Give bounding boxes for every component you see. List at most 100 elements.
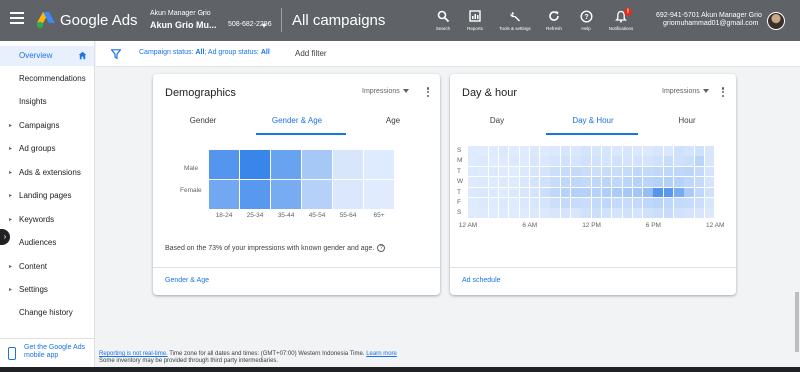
add-filter-button[interactable]: Add filter xyxy=(295,49,327,58)
heatmap-cell[interactable] xyxy=(271,150,301,179)
heatmap-cell[interactable] xyxy=(643,146,653,156)
heatmap-cell[interactable] xyxy=(653,177,663,187)
heatmap-cell[interactable] xyxy=(622,146,632,156)
heatmap-cell[interactable] xyxy=(581,208,591,218)
heatmap-cell[interactable] xyxy=(704,177,715,187)
heatmap-cell[interactable] xyxy=(498,166,509,177)
heatmap-cell[interactable] xyxy=(571,156,581,166)
metric-dropdown[interactable]: Impressions xyxy=(662,88,709,95)
reports-button[interactable]: Reports xyxy=(457,8,493,31)
heatmap-cell[interactable] xyxy=(622,208,632,218)
heatmap-cell[interactable] xyxy=(581,146,591,156)
heatmap-cell[interactable] xyxy=(509,198,519,208)
heatmap-cell[interactable] xyxy=(694,177,705,187)
heatmap-cell[interactable] xyxy=(478,208,488,218)
sidebar-item-overview[interactable]: Overview xyxy=(0,46,94,66)
heatmap-cell[interactable] xyxy=(612,177,622,187)
heatmap-cell[interactable] xyxy=(364,180,394,209)
heatmap-cell[interactable] xyxy=(704,187,715,198)
heatmap-cell[interactable] xyxy=(209,180,239,209)
heatmap-cell[interactable] xyxy=(622,187,632,198)
heatmap-cell[interactable] xyxy=(240,180,270,209)
heatmap-cell[interactable] xyxy=(468,187,478,198)
heatmap-cell[interactable] xyxy=(663,187,674,198)
heatmap-cell[interactable] xyxy=(632,166,643,177)
sidebar-item-content[interactable]: ▸ Content xyxy=(0,257,94,277)
avatar[interactable] xyxy=(767,12,785,30)
heatmap-cell[interactable] xyxy=(612,187,622,198)
heatmap-cell[interactable] xyxy=(519,198,529,208)
heatmap-cell[interactable] xyxy=(663,166,674,177)
heatmap-cell[interactable] xyxy=(571,177,581,187)
heatmap-cell[interactable] xyxy=(488,177,499,187)
heatmap-cell[interactable] xyxy=(478,187,488,198)
heatmap-cell[interactable] xyxy=(601,166,612,177)
notifications-button[interactable]: Notifications xyxy=(603,8,639,31)
heatmap-cell[interactable] xyxy=(591,187,602,198)
heatmap-cell[interactable] xyxy=(663,208,674,218)
heatmap-cell[interactable] xyxy=(364,150,394,179)
heatmap-cell[interactable] xyxy=(468,198,478,208)
refresh-button[interactable]: Refresh xyxy=(536,8,572,31)
heatmap-cell[interactable] xyxy=(468,208,478,218)
heatmap-cell[interactable] xyxy=(560,146,571,156)
heatmap-cell[interactable] xyxy=(591,208,602,218)
menu-icon[interactable] xyxy=(10,12,24,26)
sidebar-item-insights[interactable]: Insights xyxy=(0,92,94,112)
sidebar-item-audiences[interactable]: Audiences xyxy=(0,233,94,253)
heatmap-cell[interactable] xyxy=(643,187,653,198)
more-options-icon[interactable] xyxy=(426,87,430,99)
heatmap-cell[interactable] xyxy=(674,156,684,166)
heatmap-cell[interactable] xyxy=(519,156,529,166)
heatmap-cell[interactable] xyxy=(529,198,540,208)
heatmap-cell[interactable] xyxy=(704,156,715,166)
tools-settings-button[interactable]: Tools & settings xyxy=(497,8,533,31)
tab-day[interactable]: Day xyxy=(477,116,517,125)
heatmap-cell[interactable] xyxy=(519,166,529,177)
heatmap-cell[interactable] xyxy=(498,187,509,198)
heatmap-cell[interactable] xyxy=(601,198,612,208)
heatmap-cell[interactable] xyxy=(509,156,519,166)
heatmap-cell[interactable] xyxy=(498,198,509,208)
heatmap-cell[interactable] xyxy=(333,150,363,179)
heatmap-cell[interactable] xyxy=(591,156,602,166)
sidebar-item-recommendations[interactable]: Recommendations xyxy=(0,69,94,89)
sidebar-item-settings[interactable]: ▸ Settings xyxy=(0,280,94,300)
mobile-app-link[interactable]: Get the Google Ads mobile app xyxy=(24,344,88,360)
heatmap-cell[interactable] xyxy=(550,208,560,218)
heatmap-cell[interactable] xyxy=(601,187,612,198)
heatmap-cell[interactable] xyxy=(468,166,478,177)
heatmap-cell[interactable] xyxy=(694,156,705,166)
heatmap-cell[interactable] xyxy=(529,208,540,218)
heatmap-cell[interactable] xyxy=(478,177,488,187)
heatmap-cell[interactable] xyxy=(653,198,663,208)
heatmap-cell[interactable] xyxy=(498,156,509,166)
heatmap-cell[interactable] xyxy=(571,208,581,218)
ad-schedule-link[interactable]: Ad schedule xyxy=(462,277,501,284)
heatmap-cell[interactable] xyxy=(519,177,529,187)
sidebar-item-change-history[interactable]: Change history xyxy=(0,303,94,323)
heatmap-cell[interactable] xyxy=(529,166,540,177)
heatmap-cell[interactable] xyxy=(591,166,602,177)
heatmap-cell[interactable] xyxy=(653,187,663,198)
heatmap-cell[interactable] xyxy=(612,166,622,177)
heatmap-cell[interactable] xyxy=(529,177,540,187)
more-options-icon[interactable] xyxy=(721,87,725,99)
heatmap-cell[interactable] xyxy=(643,208,653,218)
heatmap-cell[interactable] xyxy=(488,156,499,166)
heatmap-cell[interactable] xyxy=(540,146,550,156)
heatmap-cell[interactable] xyxy=(674,208,684,218)
heatmap-cell[interactable] xyxy=(653,146,663,156)
heatmap-cell[interactable] xyxy=(478,198,488,208)
heatmap-cell[interactable] xyxy=(488,187,499,198)
heatmap-cell[interactable] xyxy=(674,146,684,156)
heatmap-cell[interactable] xyxy=(694,146,705,156)
heatmap-cell[interactable] xyxy=(529,187,540,198)
heatmap-cell[interactable] xyxy=(550,187,560,198)
heatmap-cell[interactable] xyxy=(271,180,301,209)
search-button[interactable]: Search xyxy=(425,8,461,31)
metric-dropdown[interactable]: Impressions xyxy=(362,88,409,95)
heatmap-cell[interactable] xyxy=(488,146,499,156)
heatmap-cell[interactable] xyxy=(643,177,653,187)
heatmap-cell[interactable] xyxy=(612,156,622,166)
